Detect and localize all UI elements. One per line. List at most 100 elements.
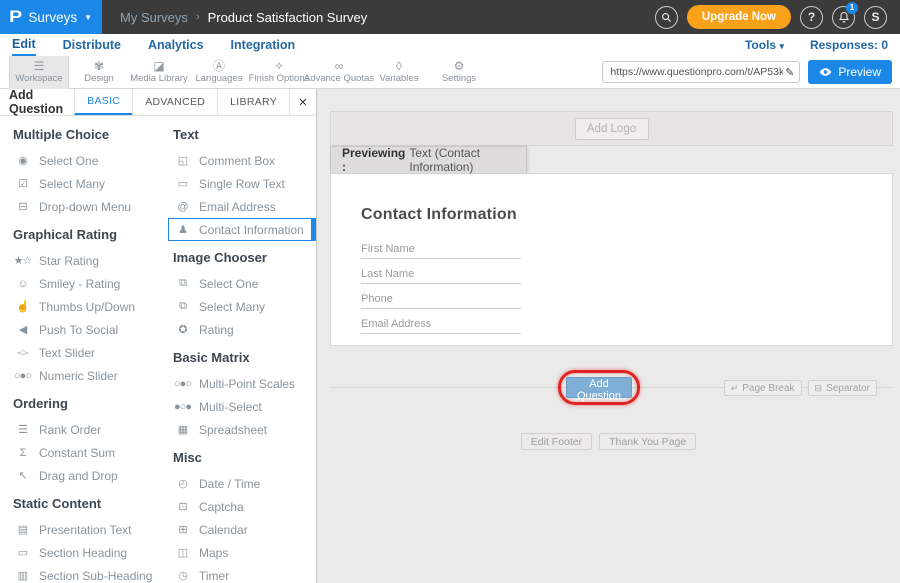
- toolbar-tool[interactable]: ◪ Media Library: [129, 56, 189, 89]
- question-type-item[interactable]: ▦ Spreadsheet: [173, 418, 316, 441]
- question-type-item[interactable]: ▭ Section Heading: [13, 541, 173, 564]
- question-type-item[interactable]: ▤ Presentation Text: [13, 518, 173, 541]
- question-type-item[interactable]: ○●○ Multi-Point Scales: [173, 372, 316, 395]
- form-field-input[interactable]: First Name: [361, 234, 521, 259]
- question-type-item[interactable]: ◉ Select One: [13, 149, 173, 172]
- question-type-item[interactable]: ●○● Multi-Select: [173, 395, 316, 418]
- nav-tab[interactable]: Edit: [12, 34, 36, 56]
- preview-button[interactable]: Preview: [808, 60, 892, 84]
- add-logo-button[interactable]: Add Logo: [575, 118, 649, 140]
- help-button[interactable]: ?: [800, 6, 823, 29]
- panel-tab[interactable]: LIBRARY: [217, 89, 289, 115]
- question-type-label: Smiley - Rating: [39, 277, 120, 291]
- question-type-column-2: Text ◱ Comment Box ▭ Single Row T: [173, 126, 316, 583]
- edit-footer-button[interactable]: Edit Footer: [521, 433, 592, 450]
- edit-url-pencil-icon[interactable]: ✎: [785, 66, 799, 79]
- breadcrumb-my-surveys[interactable]: My Surveys: [120, 10, 188, 25]
- toolbar-tool[interactable]: ◊ Variables: [369, 56, 429, 89]
- page-break-button[interactable]: ↵ Page Break: [724, 380, 802, 396]
- question-type-label: Select Many: [39, 177, 105, 191]
- breadcrumb-survey-title: Product Satisfaction Survey: [208, 10, 368, 25]
- nav-tab[interactable]: Distribute: [63, 35, 121, 55]
- question-type-item[interactable]: Σ Constant Sum: [13, 441, 173, 464]
- question-type-item[interactable]: ★☆ Star Rating: [13, 249, 173, 272]
- question-type-item[interactable]: ◀ Push To Social: [13, 318, 173, 341]
- previewing-value: Text (Contact Information): [409, 146, 526, 174]
- question-type-item[interactable]: ◴ Date / Time: [173, 472, 316, 495]
- question-type-item[interactable]: ▭ Single Row Text: [173, 172, 316, 195]
- question-type-item[interactable]: ⊡ Captcha: [173, 495, 316, 518]
- form-field-input[interactable]: Email Address: [361, 309, 521, 334]
- tool-label: Settings: [442, 73, 476, 84]
- question-type-group: Graphical Rating ★☆ Star Rating ☺: [13, 226, 173, 387]
- question-type-item[interactable]: ↖ Drag and Drop: [13, 464, 173, 487]
- question-type-label: Section Sub-Heading: [39, 569, 152, 583]
- nav-tab[interactable]: Analytics: [148, 35, 204, 55]
- question-type-item[interactable]: ☝ Thumbs Up/Down: [13, 295, 173, 318]
- survey-url-input[interactable]: [603, 66, 785, 78]
- add-question-panel-header: Add Question BASICADVANCEDLIBRARY ✕: [0, 89, 316, 116]
- group-heading: Ordering: [13, 395, 173, 413]
- upgrade-now-button[interactable]: Upgrade Now: [687, 5, 791, 29]
- question-type-icon: @: [173, 201, 192, 213]
- question-type-item[interactable]: ♟ Contact Information +: [168, 218, 316, 241]
- separator-button[interactable]: ⊟ Separator: [808, 380, 877, 396]
- nav-tab[interactable]: Integration: [231, 35, 296, 55]
- responses-link[interactable]: Responses: 0: [810, 38, 888, 52]
- tool-icon: ✧: [274, 60, 284, 73]
- question-type-item[interactable]: -○- Text Slider: [13, 341, 173, 364]
- question-type-label: Timer: [199, 569, 229, 583]
- logo-band: Add Logo: [330, 111, 893, 146]
- form-field-input[interactable]: Last Name: [361, 259, 521, 284]
- notifications-button[interactable]: 1: [832, 6, 855, 29]
- question-type-item[interactable]: ◫ Maps: [173, 541, 316, 564]
- toolbar-tool[interactable]: Ⓐ Languages: [189, 56, 249, 89]
- toolbar-tool[interactable]: ☰ Workspace: [9, 56, 69, 89]
- surveys-menu[interactable]: P Surveys ▼: [0, 0, 102, 34]
- toolbar-tool[interactable]: ∞ Advance Quotas: [309, 56, 369, 89]
- question-type-label: Thumbs Up/Down: [39, 300, 135, 314]
- tools-menu[interactable]: Tools ▾: [745, 38, 784, 52]
- account-avatar[interactable]: S: [864, 6, 887, 29]
- question-type-group: Misc ◴ Date / Time ⊡ Captcha: [173, 449, 316, 583]
- toolbar-tool[interactable]: ✾ Design: [69, 56, 129, 89]
- add-selected-question-button[interactable]: +: [311, 219, 316, 240]
- panel-tab[interactable]: ADVANCED: [132, 89, 217, 115]
- question-type-item[interactable]: ◷ Timer: [173, 564, 316, 583]
- question-type-item[interactable]: ☺ Smiley - Rating: [13, 272, 173, 295]
- tool-label: Languages: [195, 73, 242, 84]
- close-panel-button[interactable]: ✕: [289, 89, 316, 115]
- question-type-icon: ⊡: [173, 500, 192, 513]
- question-type-item[interactable]: ☰ Rank Order: [13, 418, 173, 441]
- search-button[interactable]: [655, 6, 678, 29]
- toolbar-tool[interactable]: ⚙ Settings: [429, 56, 489, 89]
- question-type-item[interactable]: ○●○ Numeric Slider: [13, 364, 173, 387]
- question-type-label: Single Row Text: [199, 177, 285, 191]
- question-type-icon: -○-: [13, 347, 32, 359]
- add-question-button[interactable]: Add Question: [566, 377, 632, 398]
- question-type-item[interactable]: ⧉ Select One: [173, 272, 316, 295]
- question-type-item[interactable]: @ Email Address: [173, 195, 316, 218]
- panel-tab[interactable]: BASIC: [74, 89, 132, 115]
- questionpro-logo-icon: P: [9, 7, 22, 27]
- annotation-highlight-ring: Add Question: [558, 370, 640, 405]
- question-type-item[interactable]: ⊞ Calendar: [173, 518, 316, 541]
- question-type-icon: ◫: [173, 546, 192, 559]
- add-question-panel: Add Question BASICADVANCEDLIBRARY ✕ Mult…: [0, 89, 317, 583]
- form-field-input[interactable]: Phone: [361, 284, 521, 309]
- thank-you-page-button[interactable]: Thank You Page: [599, 433, 696, 450]
- question-type-item[interactable]: ⊟ Drop-down Menu: [13, 195, 173, 218]
- page-break-icon: ↵: [731, 383, 739, 394]
- top-bar-actions: Upgrade Now ? 1 S: [655, 5, 900, 29]
- breadcrumb-separator: ›: [196, 11, 200, 23]
- question-type-item[interactable]: ☑ Select Many: [13, 172, 173, 195]
- toolbar-tool[interactable]: ✧ Finish Options: [249, 56, 309, 89]
- breadcrumb: My Surveys › Product Satisfaction Survey: [120, 10, 367, 25]
- question-type-label: Presentation Text: [39, 523, 132, 537]
- question-type-item[interactable]: ▥ Section Sub-Heading: [13, 564, 173, 583]
- question-type-item[interactable]: ⧉ Select Many: [173, 295, 316, 318]
- question-type-icon: ●○●: [173, 401, 192, 413]
- question-type-item[interactable]: ◱ Comment Box: [173, 149, 316, 172]
- previewing-label: Previewing :: [342, 146, 405, 174]
- question-type-item[interactable]: ✪ Rating: [173, 318, 316, 341]
